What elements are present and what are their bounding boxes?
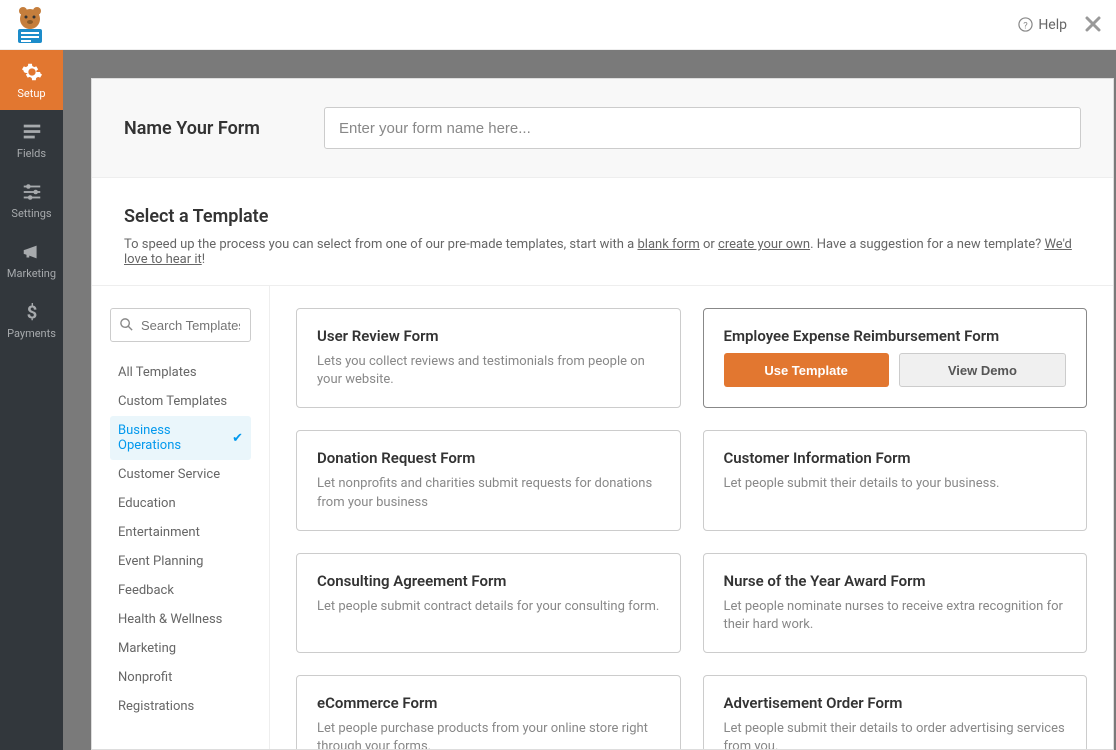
top-bar: ? Help [0,0,1116,50]
template-browser: All Templates Custom Templates Business … [92,286,1113,749]
help-icon: ? [1018,17,1033,32]
template-desc: Let people nominate nurses to receive ex… [724,598,1067,634]
check-icon: ✔ [232,431,243,446]
template-card-highlighted[interactable]: Employee Expense Reimbursement Form Use … [703,308,1088,408]
app-logo [10,5,50,45]
close-icon [1085,16,1101,32]
gear-icon [21,61,43,83]
template-title: Donation Request Form [317,449,660,467]
category-entertainment[interactable]: Entertainment [110,518,251,547]
template-desc: Let nonprofits and charities submit requ… [317,475,660,511]
template-title: Customer Information Form [724,449,1067,467]
category-education[interactable]: Education [110,489,251,518]
category-marketing[interactable]: Marketing [110,634,251,663]
template-card[interactable]: eCommerce Form Let people purchase produ… [296,675,681,749]
template-card[interactable]: Nurse of the Year Award Form Let people … [703,553,1088,653]
megaphone-icon [21,241,43,263]
template-card[interactable]: Donation Request Form Let nonprofits and… [296,430,681,530]
dollar-icon: $ [21,301,43,323]
template-desc: Let people submit their details to order… [724,720,1067,749]
top-right: ? Help [1018,13,1101,37]
sidebar-item-payments[interactable]: $ Payments [0,290,63,350]
template-card[interactable]: Consulting Agreement Form Let people sub… [296,553,681,653]
template-desc: Let people purchase products from your o… [317,720,660,749]
template-grid: User Review Form Lets you collect review… [296,308,1087,749]
category-list: All Templates Custom Templates Business … [110,358,251,721]
template-categories-panel: All Templates Custom Templates Business … [92,286,270,749]
use-template-button[interactable]: Use Template [724,353,889,387]
help-link[interactable]: ? Help [1018,17,1067,33]
category-custom-templates[interactable]: Custom Templates [110,387,251,416]
sliders-icon [21,181,43,203]
svg-text:?: ? [1024,20,1029,31]
sidebar-label: Marketing [7,267,56,280]
template-title: Employee Expense Reimbursement Form [724,327,1067,345]
select-template-subtitle: To speed up the process you can select f… [124,237,1081,267]
template-actions: Use Template View Demo [724,353,1067,387]
sidebar-item-fields[interactable]: Fields [0,110,63,170]
create-your-own-link[interactable]: create your own [718,237,810,252]
sidebar-item-setup[interactable]: Setup [0,50,63,110]
form-name-input[interactable] [324,107,1081,149]
template-title: eCommerce Form [317,694,660,712]
close-button[interactable] [1085,13,1101,37]
sidebar-item-marketing[interactable]: Marketing [0,230,63,290]
setup-panel: Name Your Form Select a Template To spee… [91,78,1114,750]
help-label: Help [1038,17,1067,33]
sidebar-label: Settings [11,207,51,220]
main-area: Name Your Form Select a Template To spee… [63,50,1116,750]
select-template-section: Select a Template To speed up the proces… [92,178,1113,286]
name-form-section: Name Your Form [92,79,1113,178]
sidebar-label: Payments [7,327,56,340]
category-all-templates[interactable]: All Templates [110,358,251,387]
view-demo-button[interactable]: View Demo [899,353,1066,387]
category-business-operations[interactable]: Business Operations✔ [110,416,251,460]
sidebar: Setup Fields Settings Marketing $ Paymen… [0,50,63,750]
category-health-wellness[interactable]: Health & Wellness [110,605,251,634]
sidebar-label: Setup [17,87,45,100]
category-registrations[interactable]: Registrations [110,692,251,721]
template-card[interactable]: User Review Form Lets you collect review… [296,308,681,408]
template-card[interactable]: Customer Information Form Let people sub… [703,430,1088,530]
svg-text:$: $ [26,302,37,323]
sidebar-label: Fields [17,147,46,160]
category-customer-service[interactable]: Customer Service [110,460,251,489]
templates-grid-panel: User Review Form Lets you collect review… [270,286,1113,749]
category-feedback[interactable]: Feedback [110,576,251,605]
template-desc: Let people submit contract details for y… [317,598,660,616]
select-template-title: Select a Template [124,206,1081,227]
blank-form-link[interactable]: blank form [637,237,699,252]
category-event-planning[interactable]: Event Planning [110,547,251,576]
category-nonprofit[interactable]: Nonprofit [110,663,251,692]
template-title: Advertisement Order Form [724,694,1067,712]
sidebar-item-settings[interactable]: Settings [0,170,63,230]
template-title: Consulting Agreement Form [317,572,660,590]
template-card[interactable]: Advertisement Order Form Let people subm… [703,675,1088,749]
search-icon [119,317,134,332]
search-wrap [110,308,251,342]
fields-icon [21,121,43,143]
template-title: User Review Form [317,327,660,345]
name-form-label: Name Your Form [124,118,324,139]
template-desc: Let people submit their details to your … [724,475,1067,493]
template-desc: Lets you collect reviews and testimonial… [317,353,660,389]
template-title: Nurse of the Year Award Form [724,572,1067,590]
